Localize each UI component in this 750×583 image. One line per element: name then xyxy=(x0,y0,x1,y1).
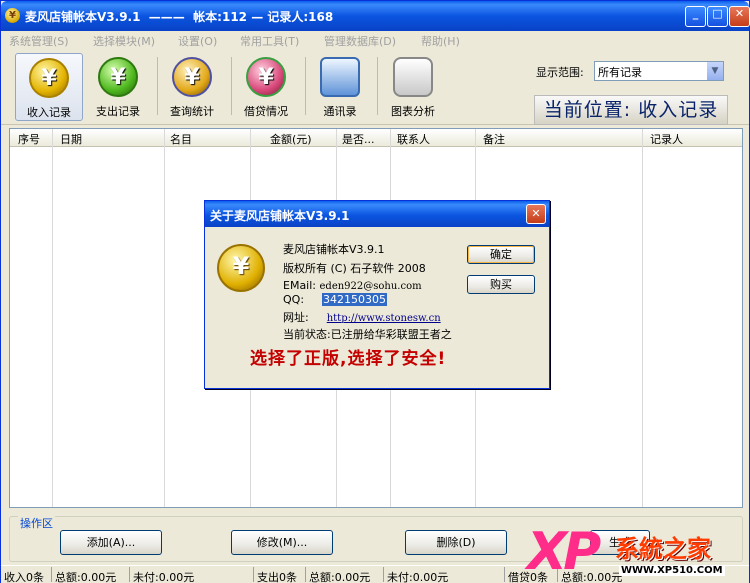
range-select[interactable]: 所有记录 ▼ xyxy=(594,61,724,81)
table-header: 序号 日期 名目 金额(元) 是否... 联系人 备注 记录人 xyxy=(10,129,742,147)
menu-bar: 系统管理(S) 选择模块(M) 设置(O) 常用工具(T) 管理数据库(D) 帮… xyxy=(1,31,749,49)
website-link[interactable]: http://www.stonesw.cn xyxy=(327,313,441,324)
watermark-xp: XP xyxy=(527,522,601,582)
delete-button[interactable]: 删除(D) xyxy=(405,530,507,555)
qq-row: QQ: 342150305 xyxy=(283,293,388,306)
loan-icon: ¥ xyxy=(246,57,286,97)
address-book-icon xyxy=(320,57,360,97)
column-divider xyxy=(164,129,165,507)
tool-label: 借贷情况 xyxy=(244,105,288,118)
ok-button[interactable]: 确定 xyxy=(467,245,535,264)
current-location: 当前位置: 收入记录 xyxy=(534,95,728,125)
about-dialog: 关于麦风店铺帐本V3.9.1 ✕ ¥ 麦风店铺帐本V3.9.1 版权所有 (C)… xyxy=(204,200,550,389)
url-label: 网址: xyxy=(283,311,309,324)
tool-expense-record[interactable]: ¥ 支出记录 xyxy=(84,53,152,121)
status-income-total: 总额:0.00元 xyxy=(55,571,117,583)
status-income-count: 收入0条 xyxy=(4,571,44,583)
operation-area-label: 操作区 xyxy=(18,515,55,531)
qq-value[interactable]: 342150305 xyxy=(322,293,388,306)
col-amount[interactable]: 金额(元) xyxy=(270,131,312,147)
menu-select-module[interactable]: 选择模块(M) xyxy=(93,33,155,49)
url-row: 网址: http://www.stonesw.cn xyxy=(283,309,441,325)
minimize-button[interactable]: _ xyxy=(685,6,706,27)
email-value: eden922@sohu.com xyxy=(319,281,422,292)
tool-label: 图表分析 xyxy=(391,105,435,118)
menu-help[interactable]: 帮助(H) xyxy=(421,33,460,49)
watermark-url: WWW.XP510.COM xyxy=(619,565,725,576)
buy-button[interactable]: 购买 xyxy=(467,275,535,294)
menu-tools[interactable]: 常用工具(T) xyxy=(240,33,299,49)
tool-address-book[interactable]: 通讯录 xyxy=(306,53,374,121)
chart-icon xyxy=(393,57,433,97)
registration-status: 当前状态:已注册给华彩联盟王者之 xyxy=(283,328,452,341)
watermark-logo: XP 系統之家 WWW.XP510.COM xyxy=(527,523,749,583)
yen-income-icon: ¥ xyxy=(29,58,69,98)
title-bar[interactable]: ¥ 麦风店铺帐本V3.9.1 ——— 帐本:112 — 记录人:168 _ □ … xyxy=(1,1,750,31)
tool-label: 查询统计 xyxy=(170,105,214,118)
status-divider xyxy=(253,567,254,582)
status-expense-unpaid: 未付:0.00元 xyxy=(387,571,449,583)
status-divider xyxy=(129,567,130,582)
status-divider xyxy=(383,567,384,582)
range-label: 显示范围: xyxy=(536,66,584,79)
dialog-title: 关于麦风店铺帐本V3.9.1 xyxy=(210,209,350,223)
slogan-text: 选择了正版,选择了安全! xyxy=(250,349,447,369)
copyright-text: 版权所有 (C) 石子软件 2008 xyxy=(283,262,426,275)
column-divider xyxy=(642,129,643,507)
status-divider xyxy=(504,567,505,582)
qq-label: QQ: xyxy=(283,293,305,306)
range-value: 所有记录 xyxy=(598,66,642,79)
tool-query-stats[interactable]: ¥ 查询统计 xyxy=(158,53,226,121)
main-window: ¥ 麦风店铺帐本V3.9.1 ——— 帐本:112 — 记录人:168 _ □ … xyxy=(0,0,750,583)
col-paid[interactable]: 是否... xyxy=(342,131,375,147)
col-date[interactable]: 日期 xyxy=(60,131,82,147)
menu-database[interactable]: 管理数据库(D) xyxy=(324,33,396,49)
status-expense-total: 总额:0.00元 xyxy=(309,571,371,583)
col-recorder[interactable]: 记录人 xyxy=(650,131,683,147)
dialog-title-bar[interactable]: 关于麦风店铺帐本V3.9.1 ✕ xyxy=(205,201,549,227)
status-income-unpaid: 未付:0.00元 xyxy=(133,571,195,583)
add-button[interactable]: 添加(A)... xyxy=(60,530,162,555)
col-item[interactable]: 名目 xyxy=(170,131,192,147)
maximize-button[interactable]: □ xyxy=(707,6,728,27)
app-logo-icon: ¥ xyxy=(5,8,20,23)
window-title: 麦风店铺帐本V3.9.1 ——— 帐本:112 — 记录人:168 xyxy=(25,10,334,24)
status-divider xyxy=(305,567,306,582)
email-row: EMail: eden922@sohu.com xyxy=(283,279,422,292)
edit-button[interactable]: 修改(M)... xyxy=(231,530,333,555)
tool-label: 通讯录 xyxy=(323,105,357,118)
tool-loan-status[interactable]: ¥ 借贷情况 xyxy=(232,53,300,121)
tool-label: 支出记录 xyxy=(96,105,140,118)
tool-income-record[interactable]: ¥ 收入记录 xyxy=(15,53,83,121)
status-divider xyxy=(51,567,52,582)
col-note[interactable]: 备注 xyxy=(483,131,505,147)
status-expense-count: 支出0条 xyxy=(257,571,297,583)
chevron-down-icon[interactable]: ▼ xyxy=(706,62,723,80)
product-name: 麦风店铺帐本V3.9.1 xyxy=(283,243,385,256)
close-button[interactable]: ✕ xyxy=(729,6,750,27)
watermark-name: 系統之家 xyxy=(615,535,711,563)
col-index[interactable]: 序号 xyxy=(18,131,40,147)
yen-coin-icon: ¥ xyxy=(217,244,265,292)
tool-chart-analysis[interactable]: 图表分析 xyxy=(379,53,447,121)
menu-system[interactable]: 系统管理(S) xyxy=(9,33,69,49)
column-divider xyxy=(52,129,53,507)
toolbar: ¥ 收入记录 ¥ 支出记录 ¥ 查询统计 ¥ 借贷情况 通讯录 图表分析 显示范… xyxy=(1,49,749,125)
tool-label: 收入记录 xyxy=(27,106,71,119)
dialog-close-button[interactable]: ✕ xyxy=(526,204,546,224)
search-stats-icon: ¥ xyxy=(172,57,212,97)
email-label: EMail: xyxy=(283,279,316,292)
menu-settings[interactable]: 设置(O) xyxy=(178,33,217,49)
col-contact[interactable]: 联系人 xyxy=(397,131,430,147)
toolbar-separator xyxy=(377,57,378,115)
yen-expense-icon: ¥ xyxy=(98,57,138,97)
